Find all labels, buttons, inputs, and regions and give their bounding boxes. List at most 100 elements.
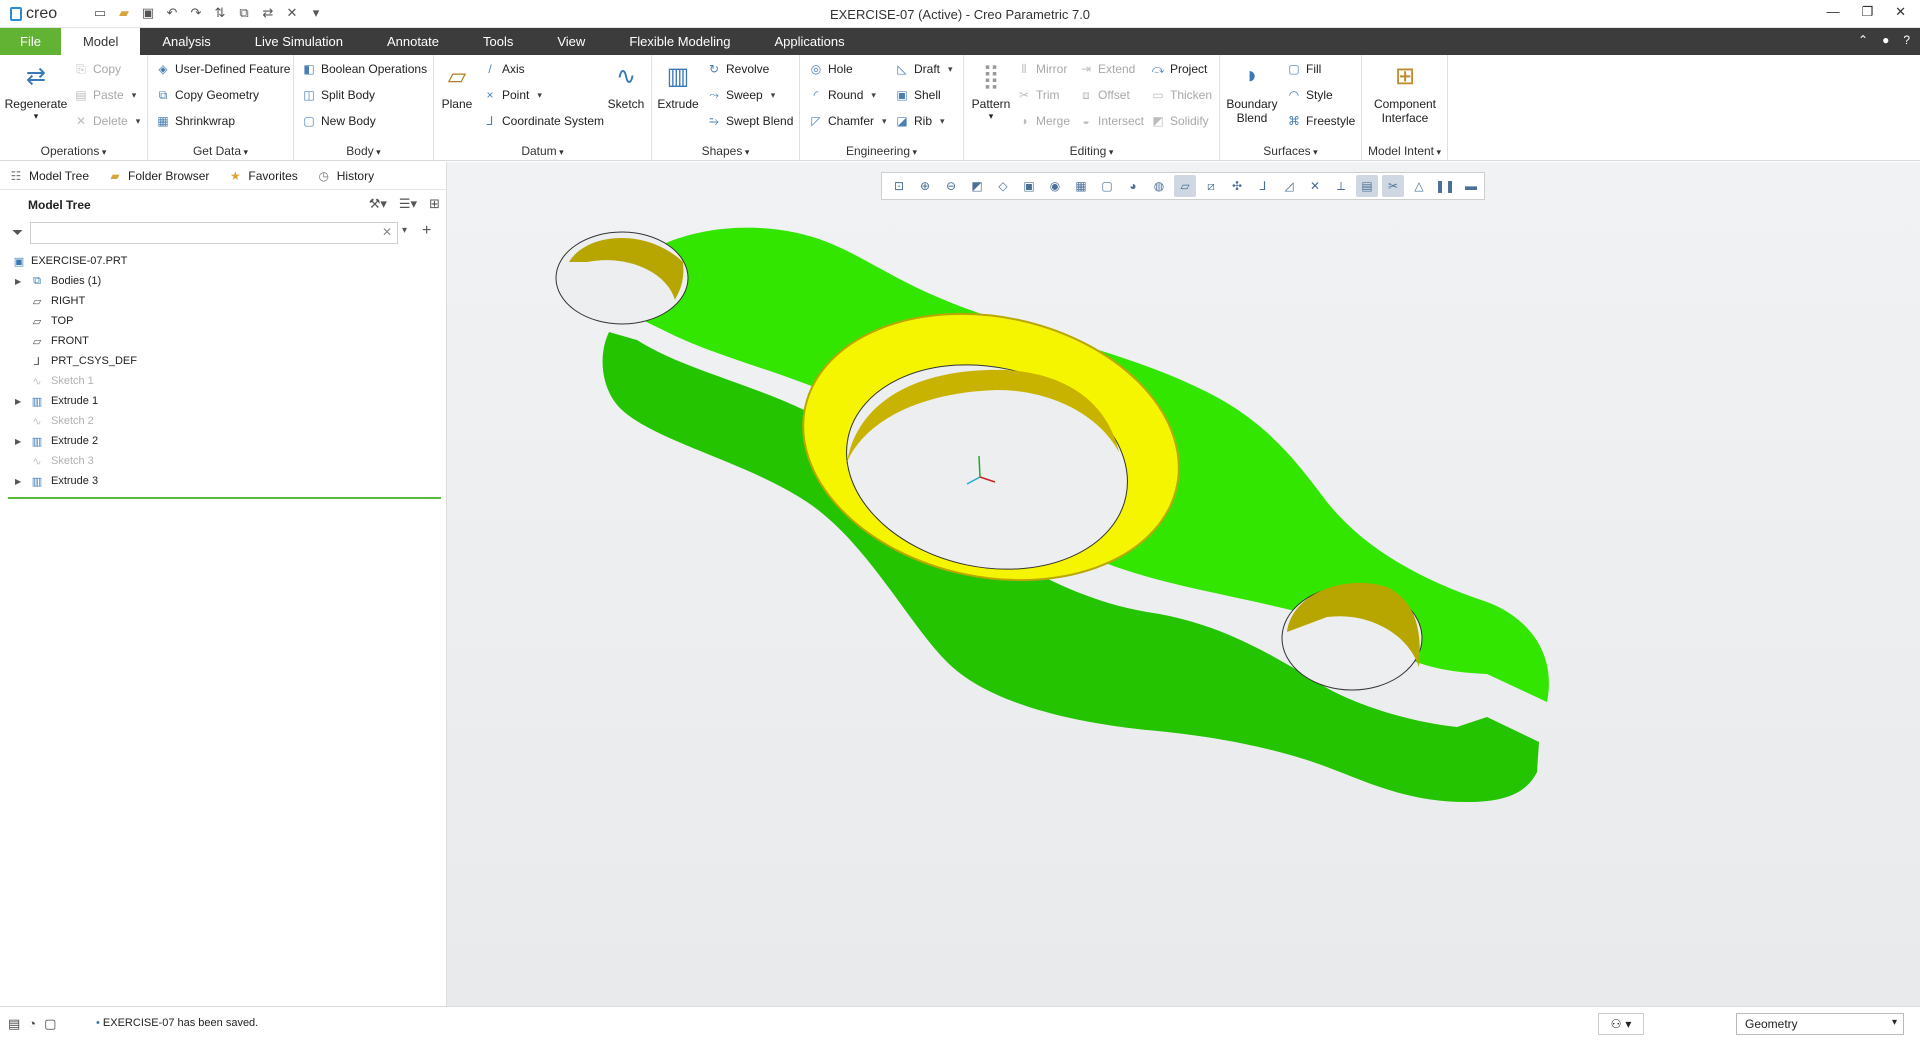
minimize-icon[interactable]: — xyxy=(1826,4,1839,20)
close-icon[interactable]: ✕ xyxy=(1895,4,1906,20)
group-label-surfaces[interactable]: Surfaces xyxy=(1220,144,1361,158)
tree-item-front[interactable]: ▱ FRONT xyxy=(0,331,446,351)
menu-live-simulation[interactable]: Live Simulation xyxy=(233,28,365,55)
copy-button[interactable]: ⎘ Copy xyxy=(73,61,121,77)
tree-item-right[interactable]: ▱ RIGHT xyxy=(0,291,446,311)
appearance-icon[interactable]: ◕ xyxy=(1122,175,1144,197)
user-defined-feature-button[interactable]: ◈ User-Defined Feature xyxy=(155,61,290,77)
sweep-button[interactable]: ⤳ Sweep xyxy=(706,87,775,103)
component-interface-button[interactable]: ⊞ Component Interface xyxy=(1366,59,1444,126)
axis-button[interactable]: / Axis xyxy=(482,61,524,77)
menu-flexible-modeling[interactable]: Flexible Modeling xyxy=(607,28,752,55)
intersect-button[interactable]: ◒ Intersect xyxy=(1078,113,1144,129)
menu-file[interactable]: File xyxy=(0,28,61,55)
expand-icon[interactable]: ▶ xyxy=(15,477,21,486)
clear-filter-icon[interactable]: ✕ xyxy=(382,225,392,239)
toggle-navigator-icon[interactable]: ▤ xyxy=(8,1016,20,1032)
tree-item-top[interactable]: ▱ TOP xyxy=(0,311,446,331)
tree-item-extrude-2[interactable]: ▶ ▥ Extrude 2 xyxy=(0,431,446,451)
pause-icon[interactable]: ❚❚ xyxy=(1434,175,1456,197)
zoom-out-icon[interactable]: ⊖ xyxy=(940,175,962,197)
draft-button[interactable]: ◺ Draft xyxy=(894,61,953,77)
insert-here-marker[interactable] xyxy=(8,497,441,499)
collapse-ribbon-icon[interactable]: ⌃ xyxy=(1858,33,1868,47)
project-button[interactable]: ⤼ Project xyxy=(1150,61,1208,77)
windows-icon[interactable]: ⧉ xyxy=(236,5,252,21)
tree-item-csys[interactable]: ⅃ PRT_CSYS_DEF xyxy=(0,351,446,371)
menu-view[interactable]: View xyxy=(535,28,607,55)
add-item-icon[interactable]: + xyxy=(422,222,431,240)
refit-icon[interactable]: ⊡ xyxy=(888,175,910,197)
pattern-button[interactable]: ⣿ Pattern ▾ xyxy=(968,59,1014,122)
tree-item-sketch-2[interactable]: ∿ Sketch 2 xyxy=(0,411,446,431)
section-icon[interactable]: ◍ xyxy=(1148,175,1170,197)
help-icon[interactable]: ? xyxy=(1903,33,1910,47)
group-label-body[interactable]: Body xyxy=(294,144,433,158)
regenerate-small-icon[interactable]: ⇅ xyxy=(212,5,228,21)
paste-button[interactable]: ▤ Paste xyxy=(73,87,136,103)
round-button[interactable]: ◜ Round xyxy=(808,87,876,103)
tree-item-sketch-1[interactable]: ∿ Sketch 1 xyxy=(0,371,446,391)
expand-icon[interactable]: ▶ xyxy=(15,397,21,406)
fill-button[interactable]: ▢ Fill xyxy=(1286,61,1321,77)
3d-model-view[interactable] xyxy=(447,162,1920,1006)
view-manager-icon[interactable]: ▦ xyxy=(1070,175,1092,197)
swept-blend-button[interactable]: ⥲ Swept Blend xyxy=(706,113,793,129)
animation-icon[interactable]: ▬ xyxy=(1460,175,1482,197)
axis-display-icon[interactable]: ⧄ xyxy=(1200,175,1222,197)
menu-applications[interactable]: Applications xyxy=(752,28,866,55)
named-views-icon[interactable]: ◉ xyxy=(1044,175,1066,197)
tree-item-bodies[interactable]: ▶ ⧉ Bodies (1) xyxy=(0,271,446,291)
offset-button[interactable]: ⧈ Offset xyxy=(1078,87,1130,103)
group-label-model-intent[interactable]: Model Intent xyxy=(1362,144,1447,158)
group-label-engineering[interactable]: Engineering xyxy=(800,144,963,158)
mirror-button[interactable]: ⫴ Mirror xyxy=(1016,61,1067,77)
browser-icon[interactable]: ◔ xyxy=(28,1016,36,1032)
graphics-window[interactable]: ⊡ ⊕ ⊖ ◩ ◇ ▣ ◉ ▦ ▢ ◕ ◍ ▱ ⧄ ✣ ⅃ ◿ ✕ ⟂ ▤ ✂ … xyxy=(446,162,1920,1006)
display-style-icon[interactable]: ▢ xyxy=(1096,175,1118,197)
customize-qat-icon[interactable]: ▾ xyxy=(308,5,324,21)
tangent-edges-icon[interactable]: ⟂ xyxy=(1330,175,1352,197)
tree-filters-icon[interactable]: ⊞ xyxy=(429,196,440,212)
trim-button[interactable]: ✂ Trim xyxy=(1016,87,1060,103)
thicken-button[interactable]: ▭ Thicken xyxy=(1150,87,1212,103)
save-icon[interactable]: ▣ xyxy=(140,5,156,21)
tree-item-extrude-1[interactable]: ▶ ▥ Extrude 1 xyxy=(0,391,446,411)
undo-icon[interactable]: ↶ xyxy=(164,5,180,21)
new-body-button[interactable]: ▢ New Body xyxy=(301,113,375,129)
extrude-button[interactable]: ▥ Extrude xyxy=(656,59,700,112)
freestyle-button[interactable]: ⌘ Freestyle xyxy=(1286,113,1355,129)
tab-favorites[interactable]: ★ Favorites xyxy=(227,168,305,184)
plane-button[interactable]: ▱ Plane xyxy=(438,59,476,112)
boolean-operations-button[interactable]: ◧ Boolean Operations xyxy=(301,61,427,77)
delete-button[interactable]: ✕ Delete xyxy=(73,113,140,129)
menu-tools[interactable]: Tools xyxy=(461,28,535,55)
revolve-button[interactable]: ↻ Revolve xyxy=(706,61,769,77)
spin-center-icon[interactable]: ✕ xyxy=(1304,175,1326,197)
tree-search-input[interactable] xyxy=(30,222,398,244)
boundary-blend-button[interactable]: ◗ Boundary Blend xyxy=(1224,59,1280,125)
expand-icon[interactable]: ▶ xyxy=(15,437,21,446)
restore-icon[interactable]: ❐ xyxy=(1861,4,1873,20)
perspective-icon[interactable]: ◇ xyxy=(992,175,1014,197)
open-folder-icon[interactable]: ▰ xyxy=(116,5,132,21)
tree-item-extrude-3[interactable]: ▶ ▥ Extrude 3 xyxy=(0,471,446,491)
menu-analysis[interactable]: Analysis xyxy=(140,28,232,55)
fullscreen-icon[interactable]: ▢ xyxy=(44,1016,56,1032)
extend-button[interactable]: ⇥ Extend xyxy=(1078,61,1135,77)
tree-settings-icon[interactable]: ⚒▾ xyxy=(369,196,387,212)
style-button[interactable]: ◠ Style xyxy=(1286,87,1333,103)
menu-annotate[interactable]: Annotate xyxy=(365,28,461,55)
group-label-datum[interactable]: Datum xyxy=(434,144,651,158)
saved-orientations-icon[interactable]: ▣ xyxy=(1018,175,1040,197)
shrinkwrap-button[interactable]: ▦ Shrinkwrap xyxy=(155,113,235,129)
rib-button[interactable]: ◪ Rib xyxy=(894,113,945,129)
regenerate-button[interactable]: ⇄ Regenerate ▾ xyxy=(4,59,68,122)
shell-button[interactable]: ▣ Shell xyxy=(894,87,940,103)
merge-button[interactable]: ◑ Merge xyxy=(1016,113,1070,129)
zoom-in-icon[interactable]: ⊕ xyxy=(914,175,936,197)
group-label-shapes[interactable]: Shapes xyxy=(652,144,799,158)
chamfer-button[interactable]: ◸ Chamfer xyxy=(808,113,887,129)
new-file-icon[interactable]: ▭ xyxy=(92,5,108,21)
annotation-icon[interactable]: △ xyxy=(1408,175,1430,197)
